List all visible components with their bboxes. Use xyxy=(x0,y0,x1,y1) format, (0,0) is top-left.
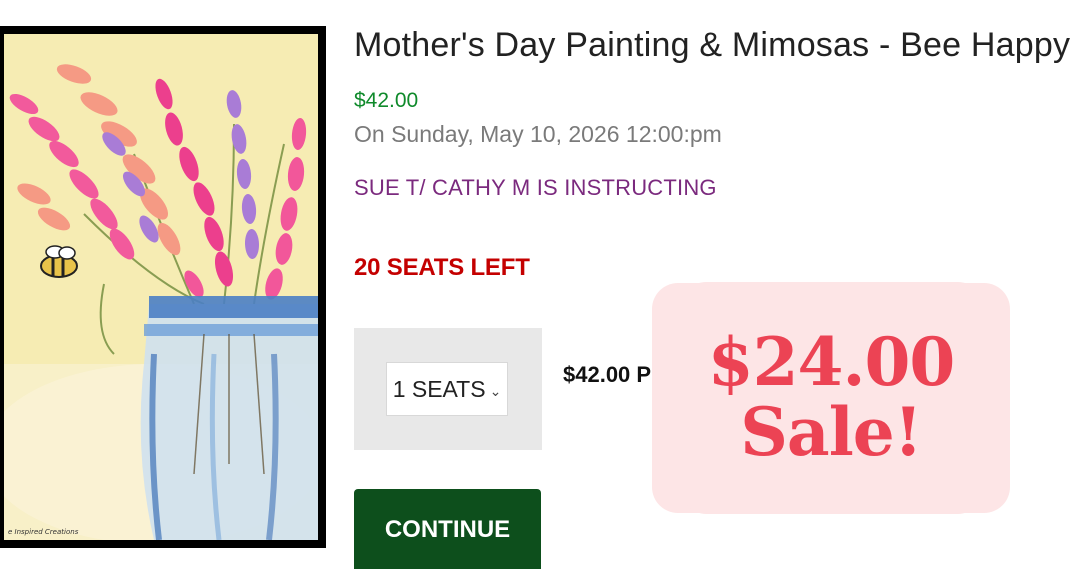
painting-artwork xyxy=(4,34,318,540)
sale-label: Sale! xyxy=(740,393,922,471)
image-signature: e Inspired Creations xyxy=(8,528,79,536)
event-painting-image: e Inspired Creations xyxy=(4,34,318,540)
seats-left-label: 20 SEATS LEFT xyxy=(354,254,530,281)
event-image-frame: e Inspired Creations xyxy=(0,26,326,548)
instructor-info: SUE T/ CATHY M IS INSTRUCTING xyxy=(354,175,717,200)
seat-quantity-select[interactable]: 1 SEATS ⌄ xyxy=(386,362,508,416)
event-date: On Sunday, May 10, 2026 12:00:pm xyxy=(354,121,722,147)
mason-jar xyxy=(140,296,318,540)
seat-quantity-value: 1 SEATS xyxy=(392,375,486,402)
line-price: $42.00 P xyxy=(563,362,652,387)
bee-illustration xyxy=(40,245,78,278)
event-price: $42.00 xyxy=(354,89,419,112)
sale-price: $24.00 xyxy=(707,323,956,402)
seat-quantity-panel: 1 SEATS ⌄ xyxy=(354,328,542,450)
chevron-down-icon: ⌄ xyxy=(489,382,502,399)
event-title: Mother's Day Painting & Mimosas - Bee Ha… xyxy=(354,26,1071,64)
sale-sticker: $24.00 Sale! xyxy=(652,282,1010,514)
continue-button[interactable]: CONTINUE xyxy=(354,489,541,569)
